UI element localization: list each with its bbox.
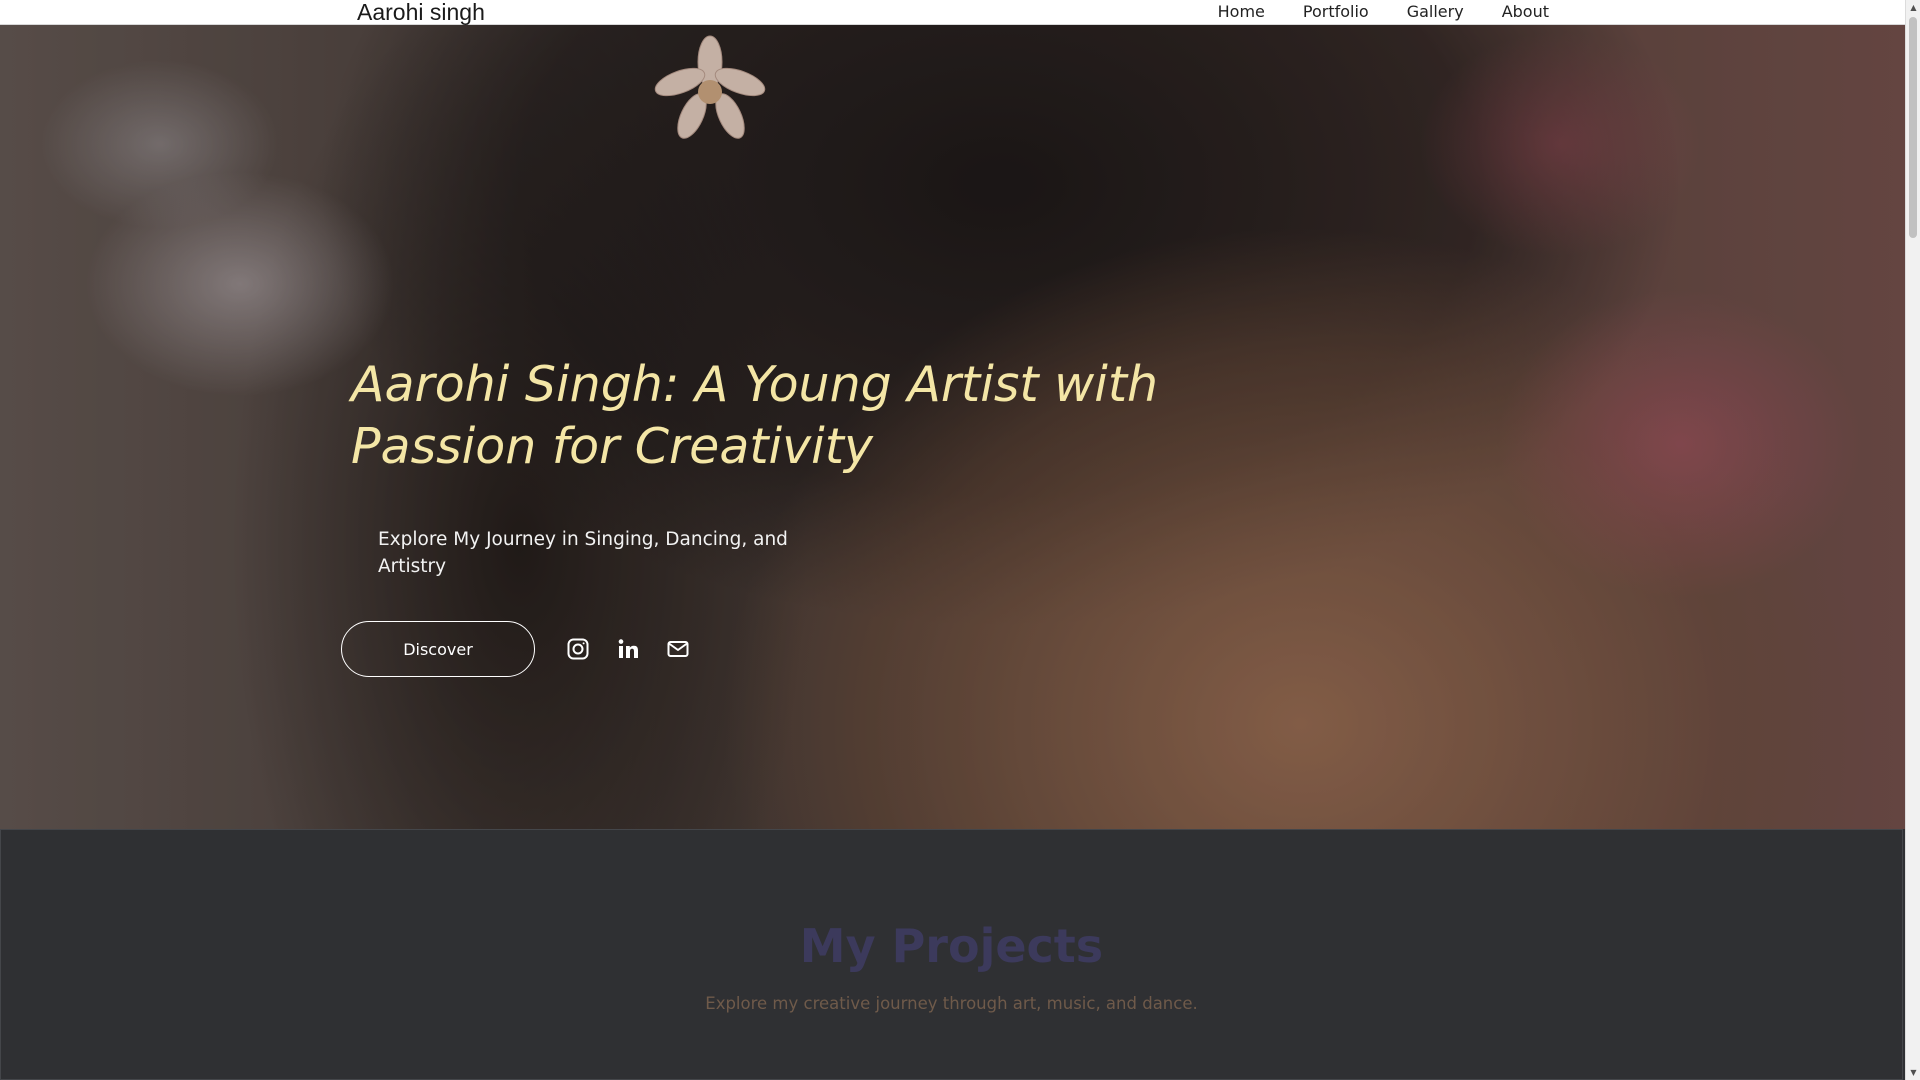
- site-brand[interactable]: Aarohi singh: [357, 0, 485, 25]
- mail-icon[interactable]: [665, 636, 691, 662]
- nav-link-home[interactable]: Home: [1218, 0, 1265, 24]
- projects-section: My Projects Explore my creative journey …: [0, 829, 1903, 1080]
- scroll-up-arrow-icon[interactable]: ▲: [1906, 0, 1920, 15]
- instagram-icon[interactable]: [565, 636, 591, 662]
- social-links: [565, 636, 715, 662]
- nav-links: Home Portfolio Gallery About: [1180, 0, 1549, 24]
- linkedin-icon[interactable]: [615, 636, 641, 662]
- hero-subtitle: Explore My Journey in Singing, Dancing, …: [378, 529, 788, 577]
- projects-subtitle: Explore my creative journey through art,…: [705, 994, 1198, 1013]
- discover-button[interactable]: Discover: [341, 621, 535, 677]
- nav-link-about[interactable]: About: [1502, 0, 1549, 24]
- page: Aarohi singh Home Portfolio Gallery Abou…: [0, 0, 1905, 1080]
- hero-section: Aarohi Singh: A Young Artist with Passio…: [0, 24, 1905, 829]
- nav-link-gallery[interactable]: Gallery: [1407, 0, 1464, 24]
- vertical-scrollbar[interactable]: ▲ ▼: [1905, 0, 1920, 1080]
- navbar: Aarohi singh Home Portfolio Gallery Abou…: [0, 0, 1905, 25]
- projects-title: My Projects: [799, 919, 1104, 973]
- scroll-down-arrow-icon[interactable]: ▼: [1906, 1065, 1920, 1080]
- hero-title: Aarohi Singh: A Young Artist with Passio…: [351, 356, 1159, 475]
- scrollbar-thumb[interactable]: [1909, 17, 1917, 238]
- hero-actions: Discover: [341, 621, 715, 677]
- nav-link-portfolio[interactable]: Portfolio: [1303, 0, 1369, 24]
